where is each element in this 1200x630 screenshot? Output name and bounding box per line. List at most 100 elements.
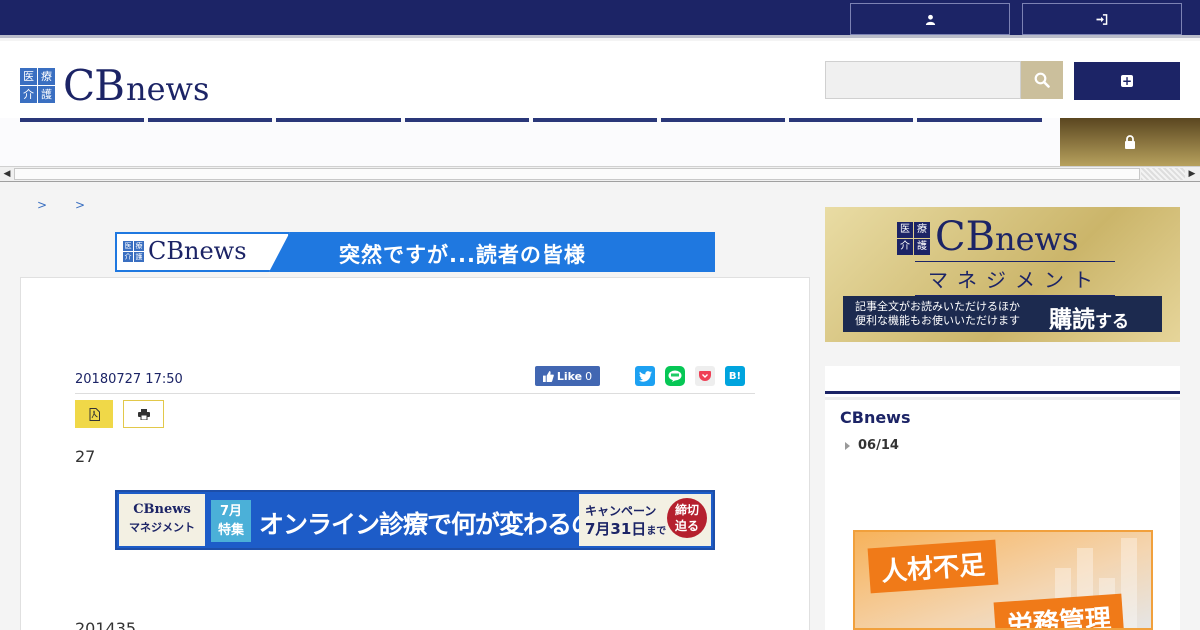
logo-kanji: 療 — [38, 68, 55, 85]
scrollbar-thumb[interactable] — [14, 168, 1140, 180]
twitter-icon — [638, 370, 652, 382]
nav-item-4[interactable] — [405, 118, 529, 122]
article-card — [20, 277, 810, 630]
logo-kanji: 療 — [134, 240, 144, 251]
logo-wordmark: CB news — [63, 61, 209, 110]
campaign-deadline-box: キャンペーン 7月31日まで 締切 迫る — [579, 494, 711, 546]
campaign-label: キャンペーン — [585, 504, 657, 518]
banner-logo: 医 療 介 護 CBnews — [123, 237, 247, 265]
thumbs-up-icon — [542, 370, 554, 382]
nav-item-6[interactable] — [661, 118, 785, 122]
nav-item-8[interactable] — [917, 118, 1042, 122]
horizontal-scrollbar[interactable]: ◀ ▶ — [0, 166, 1200, 182]
campaign-deadline-suffix: まで — [646, 526, 667, 537]
top-bar — [0, 0, 1200, 38]
subscription-ad-logo: 医 療 介 護 CBnews — [897, 217, 1078, 259]
breadcrumb-separator: > — [37, 198, 48, 212]
subscription-ad[interactable]: 医 療 介 護 CBnews マネジメント 記事全文がお読みいただけるほか 便利… — [825, 207, 1180, 342]
campaign-tag: 7月 特集 — [211, 500, 251, 542]
pocket-icon — [699, 370, 711, 381]
nav-item-7[interactable] — [789, 118, 913, 122]
deadline-badge-line-1: 締切 — [674, 503, 699, 517]
banner-logo-text: CBnews — [148, 237, 247, 265]
mypage-button[interactable] — [850, 3, 1010, 35]
subscription-ad-text: 記事全文がお読みいただけるほか 便利な機能もお使いいただけます — [855, 300, 1020, 328]
caret-right-icon — [845, 441, 850, 450]
subscription-ad-subtitle: マネジメント — [915, 261, 1115, 296]
banner-logo-kanji: 医 療 介 護 — [123, 240, 144, 262]
scrollbar-track[interactable] — [1141, 168, 1185, 180]
subscription-ad-cta-box: 記事全文がお読みいただけるほか 便利な機能もお使いいただけます 購読する — [843, 296, 1162, 334]
banner-message: 突然ですが...読者の皆様 — [339, 243, 586, 267]
plus-square-icon: + — [1121, 74, 1133, 88]
nav-item-1[interactable] — [20, 118, 144, 122]
panel-item-date: 06/14 — [858, 438, 899, 453]
campaign-tag-month: 7月 — [219, 504, 243, 519]
twitter-share-button[interactable] — [635, 366, 655, 386]
logo-kanji: 介 — [123, 251, 133, 262]
members-tab[interactable] — [1060, 118, 1200, 166]
scroll-right-arrow-icon[interactable]: ▶ — [1185, 168, 1199, 180]
site-logo[interactable]: 医 療 介 護 CB news — [20, 61, 209, 110]
subscription-ad-news: news — [995, 220, 1079, 258]
article-paragraph: 201435 — [75, 619, 137, 630]
campaign-logo: CBnews マネジメント — [119, 494, 205, 546]
pocket-share-button[interactable] — [695, 366, 715, 386]
register-button[interactable]: + — [1074, 62, 1180, 100]
panel-divider-shadow — [825, 397, 1180, 400]
user-icon — [925, 14, 935, 25]
reader-notice-banner[interactable]: 医 療 介 護 CBnews 突然ですが...読者の皆様 — [115, 232, 715, 272]
article-paragraph: 27 — [75, 447, 96, 466]
like-label: Like — [556, 369, 583, 383]
ad-building-shape — [1121, 538, 1137, 628]
campaign-logo-bottom: マネジメント — [129, 521, 195, 534]
nav-item-3[interactable] — [276, 118, 401, 122]
deadline-badge: 締切 迫る — [667, 498, 707, 538]
pdf-button[interactable] — [75, 400, 113, 428]
logo-cb: CB — [63, 61, 125, 110]
subscription-ad-cb: CB — [935, 214, 995, 260]
main-nav — [0, 118, 1200, 166]
line-share-button[interactable] — [665, 366, 685, 386]
campaign-banner[interactable]: CBnews マネジメント 7月 特集 オンライン診療で何が変わるのか キャンペ… — [115, 490, 715, 550]
logo-kanji: 医 — [897, 221, 913, 238]
hr-ad[interactable]: 人材不足 労務管理 — [853, 530, 1153, 630]
sign-in-icon — [1096, 13, 1108, 25]
lock-icon — [1125, 135, 1135, 149]
panel-divider — [825, 391, 1180, 394]
print-button[interactable] — [123, 400, 164, 428]
panel-list-item[interactable]: 06/14 — [845, 438, 899, 453]
campaign-deadline-date: 7月31日 — [585, 520, 647, 538]
meta-divider — [75, 393, 755, 394]
campaign-tag-feature: 特集 — [217, 523, 244, 538]
panel-title: CBnews — [840, 408, 911, 427]
logo-kanji: 護 — [38, 86, 55, 103]
search-button[interactable] — [1021, 61, 1063, 99]
subscribe-cta[interactable]: 購読する — [1049, 300, 1129, 334]
logo-kanji: 介 — [897, 238, 913, 255]
campaign-logo-top: CBnews — [133, 502, 191, 517]
file-pdf-icon — [89, 407, 100, 421]
subscribe-cta-main: 購読 — [1049, 307, 1095, 333]
nav-item-5[interactable] — [533, 118, 657, 122]
logo-news: news — [126, 70, 210, 108]
facebook-like-button[interactable]: Like 0 — [535, 366, 600, 386]
search-input[interactable] — [825, 61, 1021, 99]
hr-ad-line-2: 労務管理 — [993, 593, 1125, 628]
like-count: 0 — [585, 369, 593, 383]
login-button[interactable] — [1022, 3, 1182, 35]
campaign-title: オンライン診療で何が変わるのか — [259, 510, 620, 539]
scroll-left-arrow-icon[interactable]: ◀ — [0, 168, 14, 180]
logo-kanji: 医 — [123, 240, 133, 251]
subscription-ad-line-2: 便利な機能もお使いいただけます — [855, 314, 1020, 327]
logo-kanji: 護 — [134, 251, 144, 262]
hr-ad-line-1: 人材不足 — [867, 539, 999, 594]
line-icon — [668, 370, 682, 382]
nav-item-2[interactable] — [148, 118, 272, 122]
logo-kanji: 療 — [914, 221, 930, 238]
logo-kanji-block: 医 療 介 護 — [20, 68, 55, 103]
hatena-icon[interactable]: B! — [725, 366, 745, 386]
breadcrumb-separator: > — [75, 198, 86, 212]
site-header: 医 療 介 護 CB news + — [0, 41, 1200, 118]
subscribe-cta-suffix: する — [1095, 312, 1129, 332]
